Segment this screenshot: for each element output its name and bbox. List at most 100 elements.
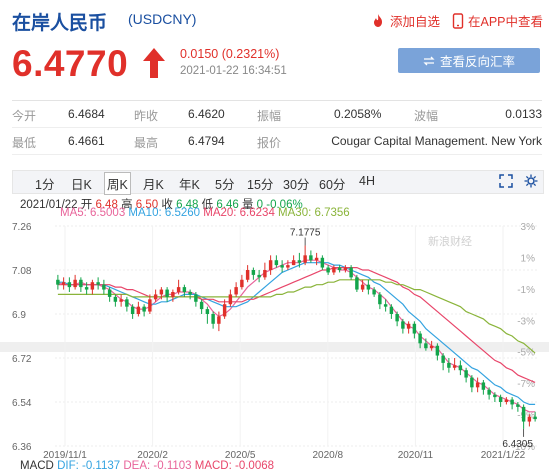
candle-body: [389, 306, 394, 314]
fullscreen-icon[interactable]: [499, 174, 513, 191]
stat-value: 6.4620: [188, 107, 225, 121]
stat-value: 6.4794: [188, 134, 225, 148]
ma30-label: MA30: 6.7356: [278, 207, 350, 219]
x-tick-label: 2020/11: [398, 450, 434, 461]
tab-weekly[interactable]: 周K: [104, 172, 131, 195]
candle-body: [182, 287, 187, 292]
candle: [521, 404, 526, 429]
candle-body: [355, 277, 359, 290]
pct-tick-label: 1%: [521, 253, 536, 264]
candle-body: [257, 274, 261, 278]
kline-chart[interactable]: 7.267.086.96.726.546.363%1%-1%-3%-5%-7%-…: [0, 220, 549, 470]
macd-value: MACD: -0.0068: [194, 460, 275, 472]
add-watchlist-button[interactable]: 添加自选: [370, 11, 440, 30]
candle-body: [470, 377, 474, 388]
macd-label: MACD: [20, 460, 54, 472]
candle-body: [165, 289, 169, 297]
candle-body: [136, 306, 141, 314]
candle: [343, 265, 348, 273]
candle-body: [153, 294, 158, 300]
stat-label: 昨收: [134, 109, 159, 123]
tab-4h[interactable]: 4H: [357, 174, 377, 188]
candle: [125, 296, 129, 312]
tab-30min[interactable]: 30分: [281, 174, 311, 193]
page-title: 在岸人民币: [12, 13, 108, 34]
candle-body: [119, 299, 123, 302]
candle: [452, 358, 457, 371]
tab-60min[interactable]: 60分: [317, 174, 347, 193]
reverse-rate-button[interactable]: 查看反向汇率: [398, 48, 540, 73]
candle: [320, 255, 325, 270]
tab-5min[interactable]: 5分: [213, 174, 236, 193]
tab-yearly[interactable]: 年K: [177, 174, 202, 193]
candle-body: [418, 333, 422, 344]
tab-daily[interactable]: 日K: [69, 174, 94, 193]
candle-body: [67, 282, 72, 288]
stat-value: 0.2058%: [334, 107, 382, 121]
x-tick-label: 2020/8: [313, 450, 344, 461]
candle-body: [510, 399, 514, 405]
candle: [228, 289, 233, 307]
add-watchlist-label: 添加自选: [390, 15, 441, 29]
candle-body: [378, 294, 382, 305]
phone-icon: [452, 12, 464, 29]
candle-body: [263, 270, 267, 278]
tab-1min[interactable]: 1分: [33, 174, 56, 193]
stats-row: 最低 6.4661 最高 6.4794 报价 Cougar Capital Ma…: [12, 128, 542, 155]
stat-label: 最低: [12, 136, 37, 150]
dif-value: DIF: -0.1137: [57, 460, 121, 472]
candle: [447, 358, 451, 373]
stats-table: 今开 6.4684 昨收 6.4620 振幅 0.2058% 波幅 0.0133…: [12, 100, 542, 155]
candle-body: [493, 394, 497, 398]
candle-body: [481, 382, 486, 390]
candle-body: [171, 292, 175, 297]
candle: [274, 255, 279, 268]
candle: [286, 260, 290, 270]
candle: [268, 255, 273, 275]
candle-body: [320, 257, 325, 268]
stat-value: 0.0133: [505, 107, 542, 121]
macd-info: MACD DIF: -0.1137 DEA: -0.1103 MACD: -0.…: [20, 460, 274, 472]
candle: [464, 367, 468, 383]
candle-body: [441, 355, 445, 363]
candle-body: [458, 365, 463, 371]
candle-body: [251, 270, 256, 275]
max-label: 7.1775: [290, 228, 321, 239]
candle-body: [475, 382, 480, 388]
candle: [142, 304, 146, 317]
settings-icon[interactable]: [524, 174, 538, 191]
y-tick-label: 6.54: [12, 398, 32, 409]
pct-tick-label: -3%: [517, 316, 535, 327]
candle: [389, 304, 394, 319]
candle: [378, 292, 382, 310]
y-tick-label: 7.08: [12, 266, 32, 277]
candle-body: [159, 289, 164, 295]
open-app-button[interactable]: 在APP中查看: [452, 11, 543, 30]
candle-body: [79, 279, 83, 288]
candle-body: [222, 304, 227, 317]
stat-label: 波幅: [414, 109, 439, 123]
candle: [245, 265, 250, 283]
candle: [303, 245, 307, 266]
candle-body: [297, 260, 302, 263]
candle-body: [291, 260, 296, 266]
candle: [73, 274, 77, 290]
candle: [441, 353, 445, 371]
candle: [481, 380, 486, 395]
y-tick-label: 6.36: [12, 442, 32, 453]
candle: [251, 267, 256, 280]
ma5-label: MA5: 6.5003: [60, 207, 126, 219]
candle-body: [234, 287, 238, 295]
candle: [326, 265, 330, 275]
candle-body: [142, 306, 146, 312]
candle-body: [424, 343, 428, 349]
tab-monthly[interactable]: 月K: [141, 174, 166, 193]
tab-15min[interactable]: 15分: [245, 174, 275, 193]
pct-tick-label: 3%: [521, 222, 536, 233]
candle-body: [533, 416, 537, 420]
ma-line-ma20: [57, 266, 536, 383]
candle-body: [401, 321, 405, 329]
stat-label: 振幅: [257, 109, 282, 123]
candle-body: [205, 309, 210, 314]
swap-icon: [423, 56, 435, 65]
